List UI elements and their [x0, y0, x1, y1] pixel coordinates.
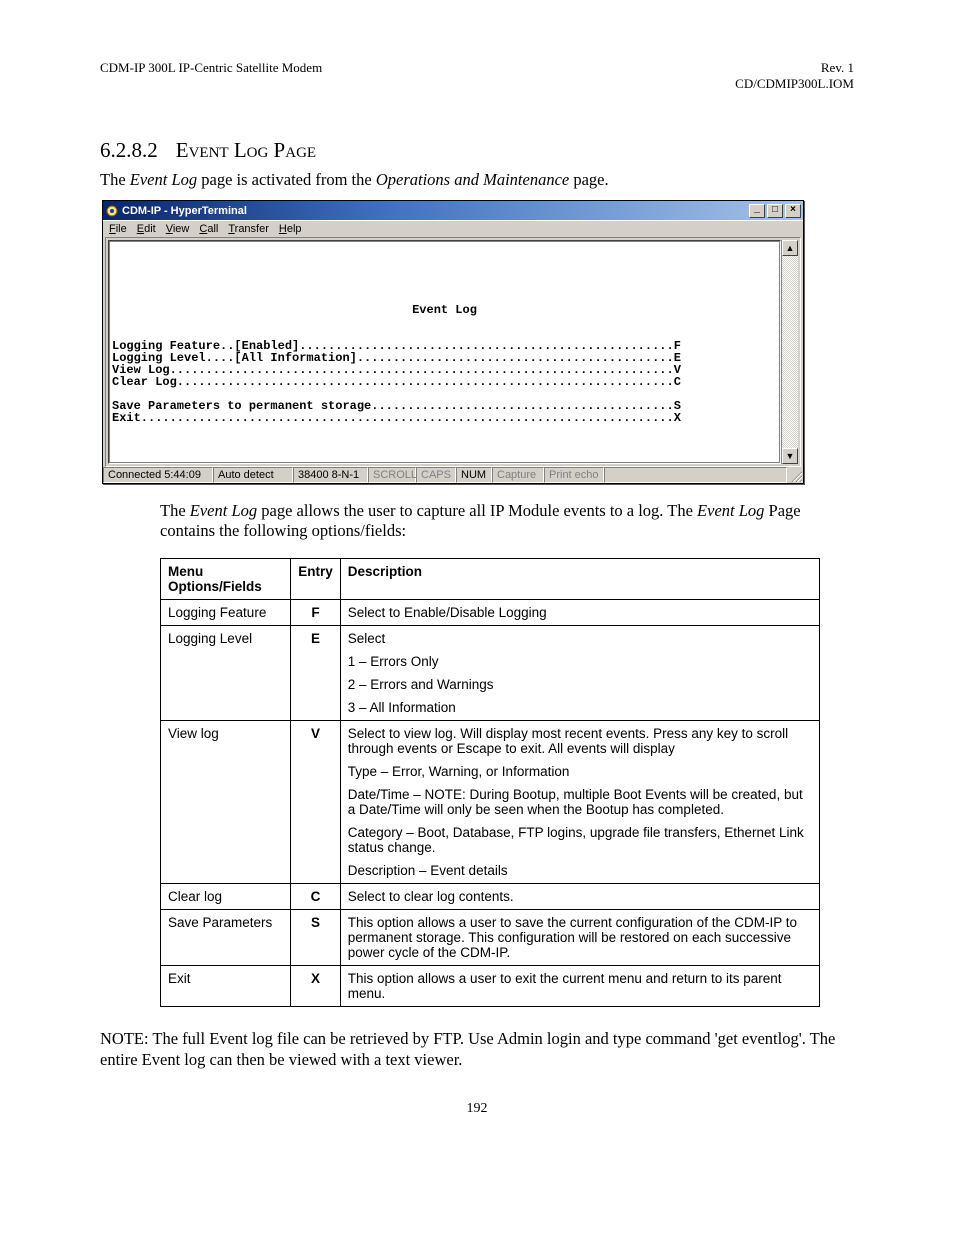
table-row: Logging LevelESelect1 – Errors Only2 – E…: [161, 626, 820, 721]
status-num: NUM: [456, 467, 492, 483]
cell-menu: View log: [161, 721, 291, 884]
cell-menu: Logging Level: [161, 626, 291, 721]
scroll-track[interactable]: [782, 256, 798, 448]
cell-desc: This option allows a user to exit the cu…: [340, 966, 819, 1007]
col-desc-header: Description: [340, 559, 819, 600]
menu-file[interactable]: File: [109, 223, 127, 235]
cell-entry: C: [291, 884, 341, 910]
table-row: Logging FeatureFSelect to Enable/Disable…: [161, 600, 820, 626]
header-doc: CD/CDMIP300L.IOM: [735, 76, 854, 92]
hyperterminal-window: CDM-IP - HyperTerminal _ □ × File Edit V…: [102, 200, 804, 484]
scrollbar[interactable]: ▲ ▼: [781, 240, 798, 464]
cell-desc: Select to Enable/Disable Logging: [340, 600, 819, 626]
minimize-button[interactable]: _: [749, 204, 765, 218]
options-table: Menu Options/Fields Entry Description Lo…: [160, 558, 820, 1007]
menu-view[interactable]: View: [166, 223, 190, 235]
status-printecho: Print echo: [544, 467, 604, 483]
status-caps: CAPS: [416, 467, 456, 483]
col-menu-header: Menu Options/Fields: [161, 559, 291, 600]
cell-menu: Clear log: [161, 884, 291, 910]
table-row: View logVSelect to view log. Will displa…: [161, 721, 820, 884]
menu-call[interactable]: Call: [199, 223, 218, 235]
scroll-down-button[interactable]: ▼: [782, 448, 798, 464]
cell-entry: F: [291, 600, 341, 626]
cell-menu: Logging Feature: [161, 600, 291, 626]
menu-transfer[interactable]: Transfer: [228, 223, 269, 235]
status-connected: Connected 5:44:09: [103, 467, 213, 483]
intro-paragraph: The Event Log page is activated from the…: [100, 170, 854, 190]
menu-edit[interactable]: Edit: [137, 223, 156, 235]
header-rev: Rev. 1: [735, 60, 854, 76]
cell-desc: Select to view log. Will display most re…: [340, 721, 819, 884]
terminal-blank: [112, 256, 777, 304]
cell-entry: S: [291, 910, 341, 966]
cell-entry: V: [291, 721, 341, 884]
note-paragraph: NOTE: The full Event log file can be ret…: [100, 1029, 854, 1070]
window-titlebar[interactable]: CDM-IP - HyperTerminal _ □ ×: [103, 201, 803, 220]
terminal-area[interactable]: Event Log Logging Feature..[Enabled]....…: [110, 242, 779, 462]
page-header: CDM-IP 300L IP-Centric Satellite Modem R…: [100, 60, 854, 92]
section-title: Event Log Page: [176, 138, 316, 162]
table-row: Save ParametersSThis option allows a use…: [161, 910, 820, 966]
close-button[interactable]: ×: [785, 204, 801, 218]
terminal-title: Event Log: [112, 304, 777, 316]
cell-entry: E: [291, 626, 341, 721]
app-icon: [105, 204, 119, 218]
page-number: 192: [100, 1101, 854, 1117]
status-bar: Connected 5:44:09 Auto detect 38400 8-N-…: [103, 467, 803, 483]
window-title: CDM-IP - HyperTerminal: [122, 205, 749, 217]
section-heading: 6.2.8.2 Event Log Page: [100, 137, 854, 164]
scroll-up-button[interactable]: ▲: [782, 240, 798, 256]
menu-bar: File Edit View Call Transfer Help: [103, 220, 803, 237]
after-screenshot-paragraph: The Event Log page allows the user to ca…: [160, 501, 854, 542]
terminal-lines: Logging Feature..[Enabled]..............…: [112, 328, 777, 436]
header-right: Rev. 1 CD/CDMIP300L.IOM: [735, 60, 854, 92]
table-row: ExitXThis option allows a user to exit t…: [161, 966, 820, 1007]
status-scroll: SCROLL: [368, 467, 416, 483]
status-detect: Auto detect: [213, 467, 293, 483]
col-entry-header: Entry: [291, 559, 341, 600]
cell-desc: This option allows a user to save the cu…: [340, 910, 819, 966]
document-page: CDM-IP 300L IP-Centric Satellite Modem R…: [0, 0, 954, 1157]
maximize-button[interactable]: □: [767, 204, 783, 218]
cell-entry: X: [291, 966, 341, 1007]
table-row: Clear logCSelect to clear log contents.: [161, 884, 820, 910]
status-port: 38400 8-N-1: [293, 467, 368, 483]
cell-desc: Select to clear log contents.: [340, 884, 819, 910]
section-number: 6.2.8.2: [100, 138, 158, 162]
status-capture: Capture: [492, 467, 544, 483]
menu-help[interactable]: Help: [279, 223, 302, 235]
resize-grip-icon[interactable]: [787, 467, 803, 483]
cell-menu: Save Parameters: [161, 910, 291, 966]
cell-desc: Select1 – Errors Only2 – Errors and Warn…: [340, 626, 819, 721]
header-left: CDM-IP 300L IP-Centric Satellite Modem: [100, 60, 322, 92]
cell-menu: Exit: [161, 966, 291, 1007]
